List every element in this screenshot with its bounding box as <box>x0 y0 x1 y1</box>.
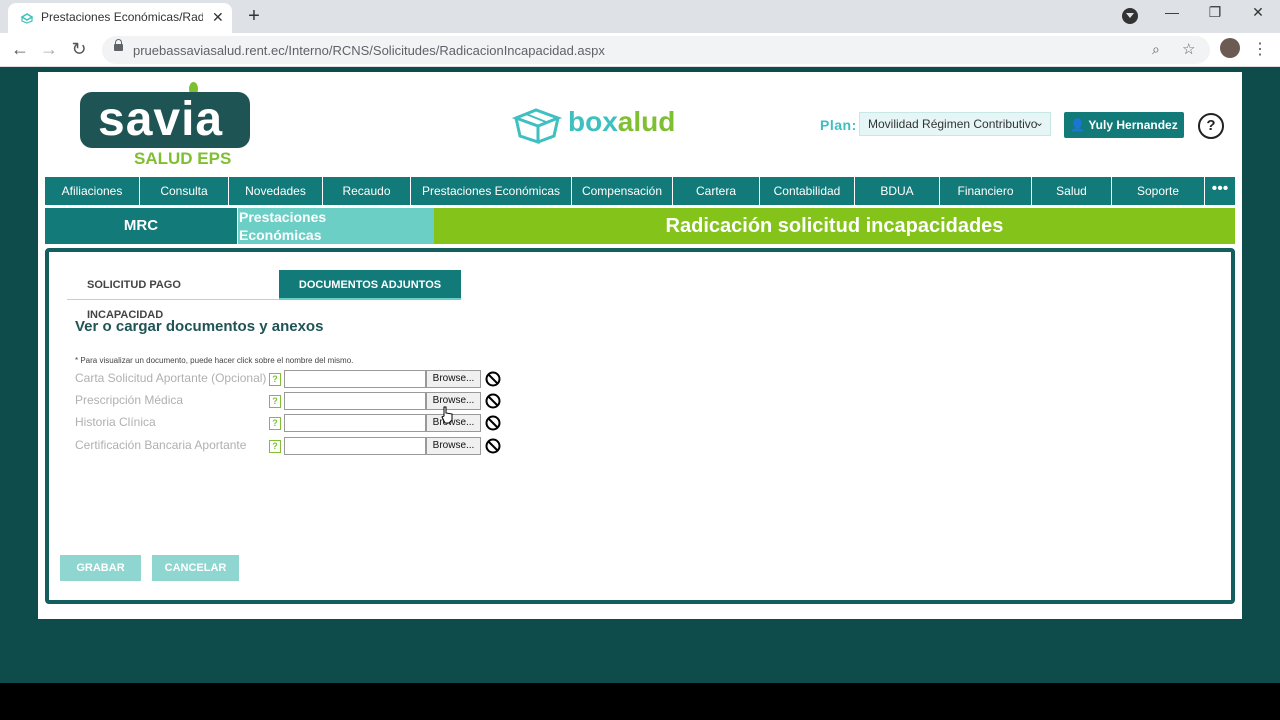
plan-value: Movilidad Régimen Contributivo <box>868 117 1038 131</box>
tab-search-icon[interactable] <box>1122 8 1138 24</box>
minimize-icon[interactable]: — <box>1162 4 1182 20</box>
nav-soporte[interactable]: Soporte <box>1112 177 1205 205</box>
back-arrow-icon[interactable]: ← <box>9 38 31 60</box>
browser-menu-icon[interactable]: ⋮ <box>1252 39 1268 59</box>
tab-bar: SOLICITUD PAGO INCAPACIDAD DOCUMENTOS AD… <box>67 270 461 321</box>
user-icon: 👤 <box>1070 118 1086 132</box>
mouse-cursor-icon <box>441 406 453 424</box>
nav-afiliaciones[interactable]: Afiliaciones <box>45 177 140 205</box>
savia-logo[interactable]: savia SALUD EPS <box>80 82 252 168</box>
help-icon[interactable]: ? <box>1198 113 1224 139</box>
new-tab-button[interactable]: + <box>242 4 266 28</box>
forward-arrow-icon[interactable]: → <box>38 38 60 60</box>
nav-more-icon[interactable]: ••• <box>1205 177 1235 205</box>
document-label[interactable]: Certificación Bancaria Aportante <box>75 438 246 452</box>
ban-icon[interactable] <box>485 415 501 431</box>
section-title: Ver o cargar documentos y anexos <box>75 318 324 335</box>
box-icon <box>512 108 562 145</box>
bookmark-star-icon[interactable]: ☆ <box>1182 40 1195 58</box>
close-window-icon[interactable]: ✕ <box>1248 4 1268 21</box>
help-question-icon[interactable]: ? <box>269 395 281 408</box>
document-label[interactable]: Historia Clínica <box>75 415 156 429</box>
nav-financiero[interactable]: Financiero <box>940 177 1032 205</box>
help-note: * Para visualizar un documento, puede ha… <box>75 356 354 365</box>
main-nav: Afiliaciones Consulta Novedades Recaudo … <box>45 177 1235 205</box>
tab-title: Prestaciones Económicas/Radicac <box>41 10 203 24</box>
brand-box-text: box <box>568 106 618 137</box>
tab-strip: Prestaciones Económicas/Radicac ✕ + — ❐ … <box>0 0 1280 33</box>
boxalud-logo: boxalud <box>512 106 712 146</box>
logo-word: savia <box>98 93 224 146</box>
browse-button[interactable]: Browse... <box>426 370 481 388</box>
chevron-down-icon: ⌄ <box>1034 117 1044 129</box>
nav-prestaciones-economicas[interactable]: Prestaciones Económicas <box>411 177 572 205</box>
address-bar[interactable]: pruebassaviasalud.rent.ec/Interno/RCNS/S… <box>102 36 1210 64</box>
nav-compensacion[interactable]: Compensación <box>572 177 673 205</box>
nav-consulta[interactable]: Consulta <box>140 177 229 205</box>
page-title: Radicación solicitud incapacidades <box>434 208 1235 244</box>
restore-icon[interactable]: ❐ <box>1205 4 1225 21</box>
browser-tab[interactable]: Prestaciones Económicas/Radicac ✕ <box>8 3 232 33</box>
help-question-icon[interactable]: ? <box>269 417 281 430</box>
content-panel: SOLICITUD PAGO INCAPACIDAD DOCUMENTOS AD… <box>45 248 1235 604</box>
tab-documentos-adjuntos[interactable]: DOCUMENTOS ADJUNTOS <box>279 270 461 300</box>
file-input[interactable] <box>284 392 426 410</box>
breadcrumb-section-line1: Prestaciones <box>239 209 327 225</box>
help-question-icon[interactable]: ? <box>269 440 281 453</box>
nav-bdua[interactable]: BDUA <box>855 177 940 205</box>
plan-select[interactable]: Movilidad Régimen Contributivo ⌄ <box>859 112 1051 136</box>
breadcrumb-section[interactable]: Prestaciones Económicas <box>238 208 434 244</box>
document-label[interactable]: Prescripción Médica <box>75 393 183 407</box>
document-label[interactable]: Carta Solicitud Aportante (Opcional) <box>75 371 266 385</box>
file-input[interactable] <box>284 370 426 388</box>
logo-subtitle: SALUD EPS <box>134 149 232 168</box>
nav-novedades[interactable]: Novedades <box>229 177 323 205</box>
user-name: Yuly Hernandez <box>1088 118 1178 132</box>
user-button[interactable]: 👤 Yuly Hernandez <box>1064 112 1184 138</box>
ban-icon[interactable] <box>485 393 501 409</box>
nav-salud[interactable]: Salud <box>1032 177 1112 205</box>
file-input[interactable] <box>284 437 426 455</box>
document-row: Certificación Bancaria Aportante ? Brows… <box>75 437 515 457</box>
browse-button[interactable]: Browse... <box>426 437 481 455</box>
zoom-icon[interactable]: ⌕ <box>1152 41 1160 58</box>
lock-icon <box>114 39 123 51</box>
ban-icon[interactable] <box>485 438 501 454</box>
file-input[interactable] <box>284 414 426 432</box>
profile-avatar[interactable] <box>1220 38 1240 58</box>
help-question-icon[interactable]: ? <box>269 373 281 386</box>
nav-cartera[interactable]: Cartera <box>673 177 760 205</box>
save-button[interactable]: GRABAR <box>60 555 141 581</box>
document-row: Carta Solicitud Aportante (Opcional) ? B… <box>75 370 515 390</box>
cancel-button[interactable]: CANCELAR <box>152 555 239 581</box>
nav-contabilidad[interactable]: Contabilidad <box>760 177 855 205</box>
close-tab-icon[interactable]: ✕ <box>212 9 224 26</box>
breadcrumb: MRC Prestaciones Económicas Radicación s… <box>45 208 1235 244</box>
tab-solicitud-pago[interactable]: SOLICITUD PAGO INCAPACIDAD <box>67 270 279 321</box>
reload-icon[interactable]: ↻ <box>68 38 90 60</box>
breadcrumb-root[interactable]: MRC <box>45 208 237 244</box>
nav-recaudo[interactable]: Recaudo <box>323 177 411 205</box>
brand-alud-text: alud <box>617 106 676 137</box>
browser-window: Prestaciones Económicas/Radicac ✕ + — ❐ … <box>0 0 1280 683</box>
plan-label: Plan: <box>820 117 857 133</box>
url-text: pruebassaviasalud.rent.ec/Interno/RCNS/S… <box>133 43 605 58</box>
ban-icon[interactable] <box>485 371 501 387</box>
browser-toolbar: ← → ↻ pruebassaviasalud.rent.ec/Interno/… <box>0 33 1280 67</box>
breadcrumb-section-line2: Económicas <box>239 227 322 243</box>
page: savia SALUD EPS boxalud Plan: Movilidad … <box>38 72 1242 619</box>
site-favicon-icon <box>20 13 34 24</box>
